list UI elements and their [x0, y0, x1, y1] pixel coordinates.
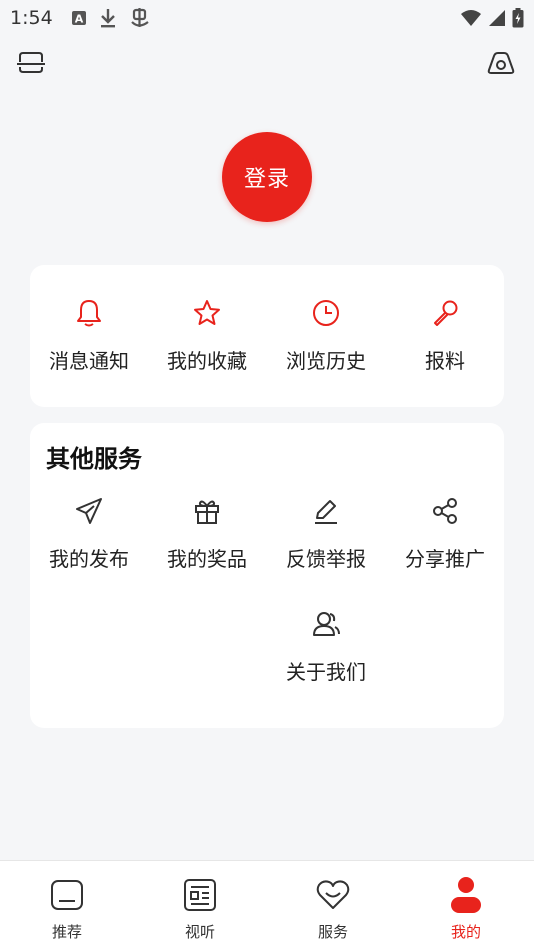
nav-item-mine[interactable]: 我的: [421, 875, 511, 942]
quick-action-notifications[interactable]: 消息通知: [30, 295, 148, 374]
service-label: 我的奖品: [167, 547, 247, 571]
service-my-prizes[interactable]: 我的奖品: [148, 493, 266, 572]
bug-icon: [129, 7, 151, 29]
home-icon: [22, 875, 112, 915]
settings-icon[interactable]: [486, 50, 516, 80]
quick-action-label: 报料: [425, 349, 465, 373]
quick-action-label: 消息通知: [49, 349, 129, 373]
service-feedback[interactable]: 反馈举报: [267, 493, 385, 572]
download-icon: [99, 8, 117, 28]
microphone-icon: [386, 295, 504, 331]
battery-icon: [512, 8, 524, 28]
font-a-icon: A: [71, 10, 87, 26]
quick-action-label: 我的收藏: [167, 349, 247, 373]
scan-icon[interactable]: [16, 52, 46, 78]
services-card: 其他服务 我的发布 我的奖品 反馈举报 分享推广 关于我们: [30, 423, 504, 728]
bell-icon: [30, 295, 148, 331]
nav-item-services[interactable]: 服务: [288, 875, 378, 942]
users-icon: [267, 606, 385, 642]
quick-action-report[interactable]: 报料: [386, 295, 504, 374]
top-actions: [0, 48, 534, 80]
nav-item-recommend[interactable]: 推荐: [22, 875, 112, 942]
services-title: 其他服务: [46, 445, 142, 473]
service-label: 反馈举报: [286, 547, 366, 571]
send-icon: [30, 493, 148, 529]
status-bar: 1:54 A: [0, 0, 534, 36]
star-icon: [148, 295, 266, 331]
login-button-label: 登录: [243, 167, 290, 192]
quick-actions-card: 消息通知 我的收藏 浏览历史 报料: [30, 265, 504, 407]
clock-icon: [267, 295, 385, 331]
nav-label: 视听: [184, 923, 215, 941]
nav-item-video[interactable]: 视听: [155, 875, 245, 942]
service-label: 关于我们: [286, 660, 366, 684]
service-about-us[interactable]: 关于我们: [267, 606, 385, 685]
status-time: 1:54: [10, 7, 53, 29]
login-button[interactable]: 登录: [222, 132, 312, 222]
nav-label: 服务: [317, 923, 348, 941]
nav-label: 我的: [450, 923, 481, 941]
profile-icon: [421, 875, 511, 915]
share-icon: [386, 493, 504, 529]
edit-icon: [267, 493, 385, 529]
wifi-icon: [460, 9, 482, 27]
signal-icon: [488, 9, 506, 27]
news-icon: [155, 875, 245, 915]
service-label: 我的发布: [49, 547, 129, 571]
service-share[interactable]: 分享推广: [386, 493, 504, 572]
svg-text:A: A: [74, 13, 83, 26]
gift-icon: [148, 493, 266, 529]
quick-action-label: 浏览历史: [286, 349, 366, 373]
service-my-posts[interactable]: 我的发布: [30, 493, 148, 572]
heart-icon: [288, 875, 378, 915]
quick-action-history[interactable]: 浏览历史: [267, 295, 385, 374]
quick-action-favorites[interactable]: 我的收藏: [148, 295, 266, 374]
nav-label: 推荐: [51, 923, 82, 941]
service-label: 分享推广: [405, 547, 485, 571]
bottom-nav: 推荐 视听 服务 我的: [0, 860, 534, 951]
